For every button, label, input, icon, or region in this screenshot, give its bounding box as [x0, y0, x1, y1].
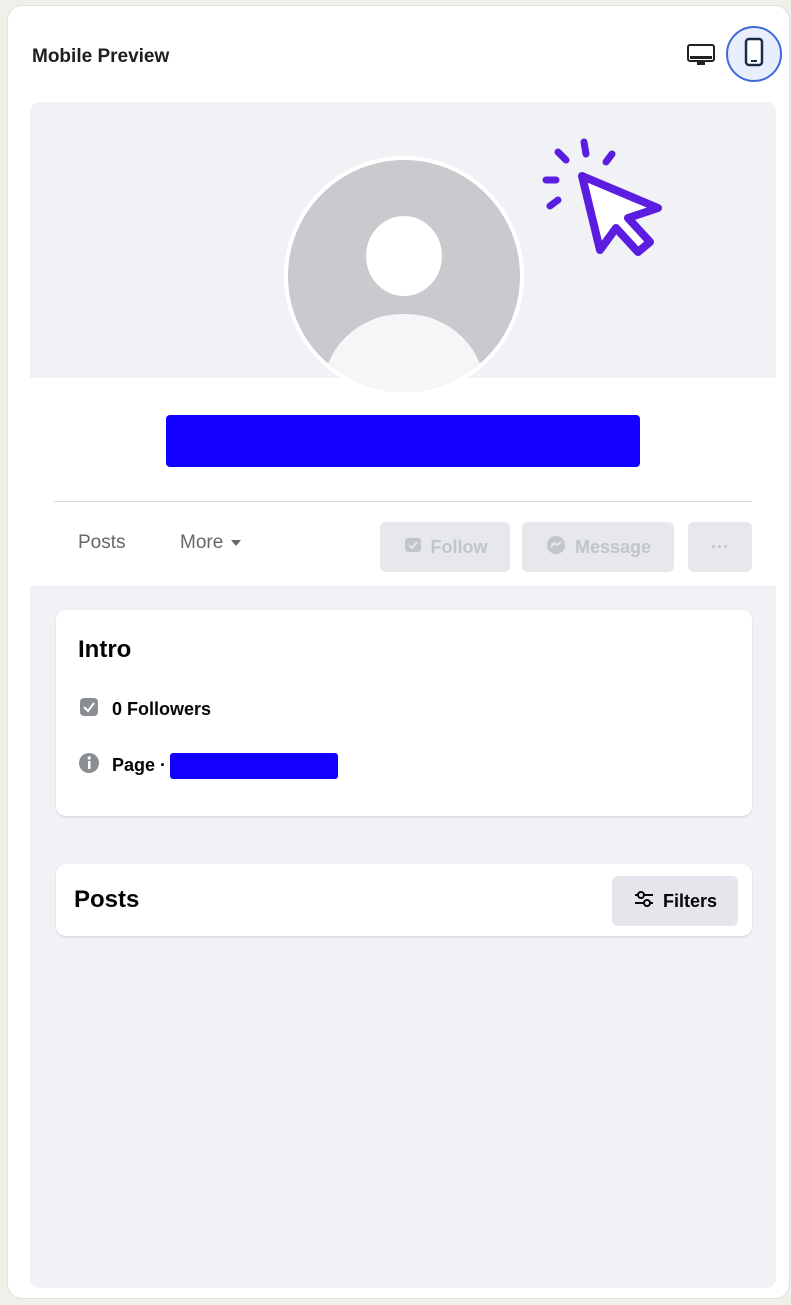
header-divider	[54, 501, 752, 502]
message-button[interactable]: Message	[522, 522, 674, 572]
more-options-button[interactable]: ···	[688, 522, 752, 572]
desktop-view-toggle[interactable]	[684, 40, 718, 74]
tab-posts[interactable]: Posts	[78, 532, 126, 554]
avatar-body	[322, 314, 486, 392]
avatar-head	[366, 216, 442, 296]
default-avatar-icon[interactable]	[284, 156, 524, 396]
posts-section-title: Posts	[74, 886, 140, 913]
page-label: Page ·	[112, 755, 167, 775]
click-cursor-icon	[538, 138, 678, 283]
followers-count: 0 Followers	[112, 699, 212, 719]
messenger-icon	[545, 534, 567, 561]
intro-card: Intro 0 Followers Page ·	[56, 610, 752, 816]
caret-down-icon	[231, 540, 242, 546]
intro-title: Intro	[78, 636, 132, 663]
followers-row: 0 Followers	[78, 696, 211, 723]
mobile-view-toggle[interactable]	[726, 26, 782, 82]
page-category-redacted	[170, 752, 339, 779]
more-options-label: ···	[711, 536, 729, 557]
panel-title: Mobile Preview	[32, 46, 170, 67]
mobile-icon	[743, 37, 765, 72]
desktop-icon	[686, 42, 716, 73]
tab-more-label: More	[180, 532, 224, 553]
info-icon	[78, 752, 100, 779]
page-preview: Posts More Follow Message ··· Intro 0 Fo…	[30, 102, 776, 1288]
page-category-row: Page ·	[78, 752, 339, 779]
posts-card: Posts Filters	[56, 864, 752, 936]
filters-button[interactable]: Filters	[612, 876, 738, 926]
follow-icon	[403, 535, 423, 560]
follow-button[interactable]: Follow	[380, 522, 510, 572]
filters-label: Filters	[662, 890, 718, 911]
page-name-redacted	[166, 415, 640, 467]
followers-icon	[78, 696, 100, 723]
mobile-preview-panel: Mobile Preview Posts More Follow Message…	[8, 6, 789, 1298]
message-label: Message	[574, 536, 652, 557]
tab-more[interactable]: More	[180, 532, 242, 554]
filters-icon	[633, 890, 655, 913]
follow-label: Follow	[430, 536, 488, 557]
